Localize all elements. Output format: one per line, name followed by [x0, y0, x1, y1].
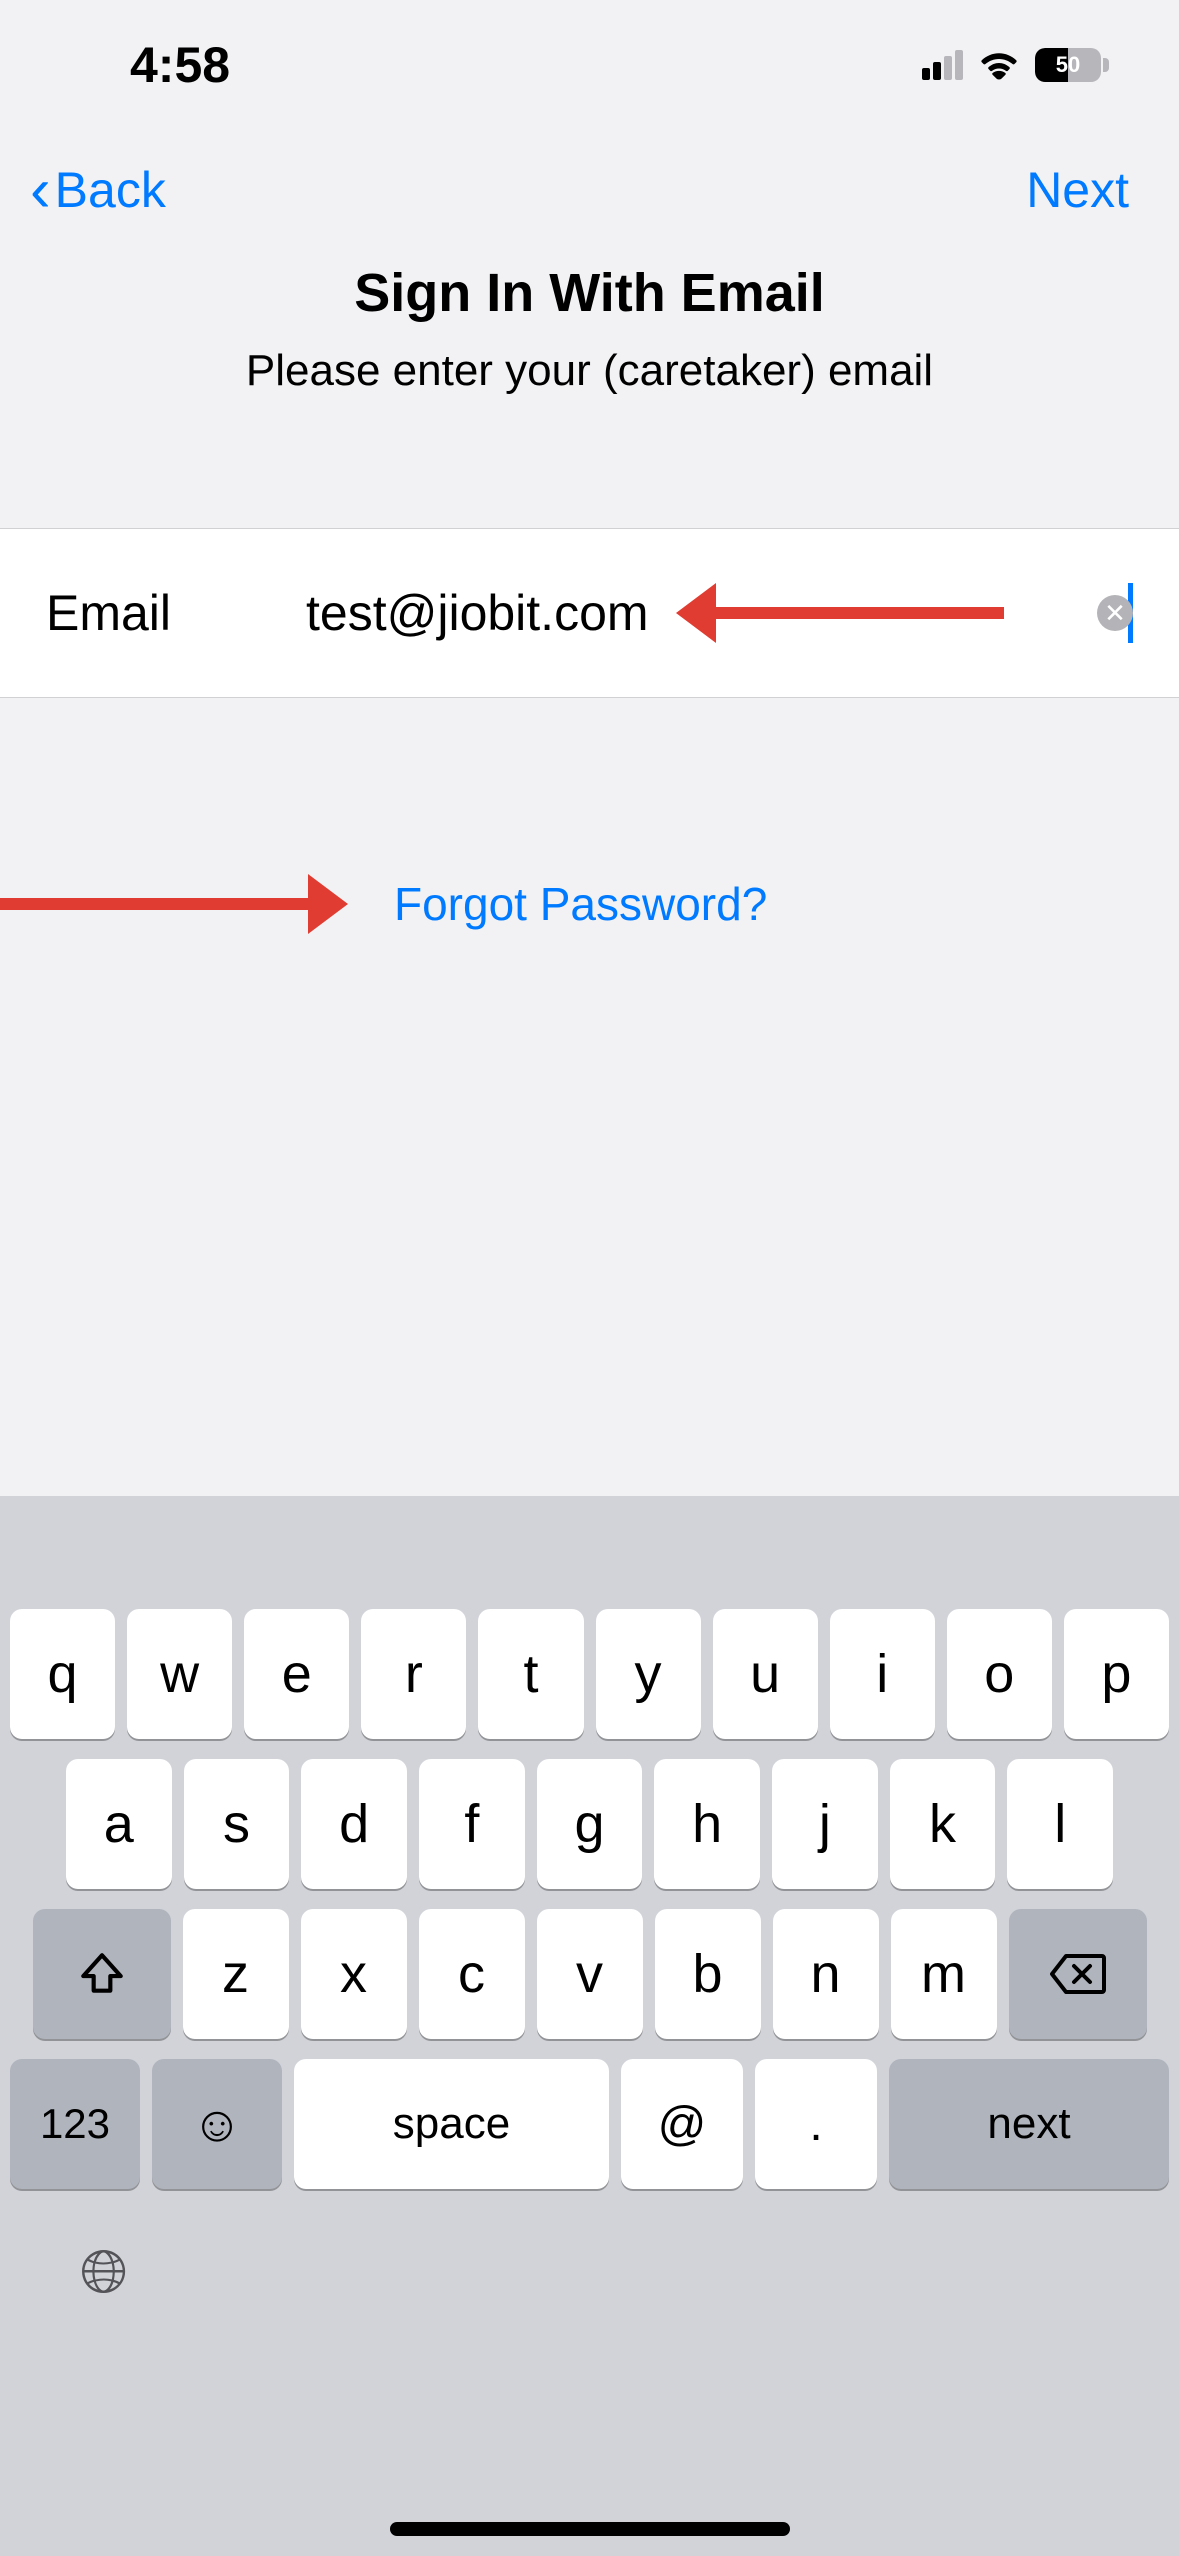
cellular-icon	[922, 50, 963, 80]
key-a[interactable]: a	[66, 1759, 172, 1889]
back-button[interactable]: ‹ Back	[30, 155, 166, 226]
wifi-icon	[977, 46, 1021, 85]
key-k[interactable]: k	[890, 1759, 996, 1889]
key-e[interactable]: e	[244, 1609, 349, 1739]
home-indicator[interactable]	[390, 2522, 790, 2536]
key-h[interactable]: h	[654, 1759, 760, 1889]
key-s[interactable]: s	[184, 1759, 290, 1889]
key-c[interactable]: c	[419, 1909, 525, 2039]
key-emoji[interactable]: ☺	[152, 2059, 282, 2189]
battery-icon: 50	[1035, 48, 1109, 82]
key-n[interactable]: n	[773, 1909, 879, 2039]
key-j[interactable]: j	[772, 1759, 878, 1889]
close-icon: ✕	[1104, 598, 1126, 629]
key-shift[interactable]	[33, 1909, 171, 2039]
key-q[interactable]: q	[10, 1609, 115, 1739]
page-title: Sign In With Email	[0, 262, 1179, 324]
key-d[interactable]: d	[301, 1759, 407, 1889]
chevron-left-icon: ‹	[30, 155, 51, 226]
key-w[interactable]: w	[127, 1609, 232, 1739]
clear-input-button[interactable]: ✕	[1097, 595, 1133, 631]
key-l[interactable]: l	[1007, 1759, 1113, 1889]
key-b[interactable]: b	[655, 1909, 761, 2039]
key-i[interactable]: i	[830, 1609, 935, 1739]
key-next[interactable]: next	[889, 2059, 1169, 2189]
keyboard-row-1: q w e r t y u i o p	[10, 1609, 1169, 1739]
nav-bar: ‹ Back Next	[0, 130, 1179, 250]
keyboard-row-2: a s d f g h j k l	[10, 1759, 1169, 1889]
globe-icon[interactable]: 🌐︎	[80, 2237, 128, 2307]
delete-icon	[1050, 1952, 1106, 1996]
email-label: Email	[46, 584, 306, 642]
key-u[interactable]: u	[713, 1609, 818, 1739]
key-m[interactable]: m	[891, 1909, 997, 2039]
keyboard-row-3: z x c v b n m	[10, 1909, 1169, 2039]
emoji-icon: ☺	[191, 2095, 242, 2153]
keyboard-bottom-row: 🌐︎	[10, 2237, 1169, 2307]
annotation-arrow-icon	[714, 607, 1004, 619]
status-bar: 4:58 50	[0, 0, 1179, 130]
key-v[interactable]: v	[537, 1909, 643, 2039]
key-z[interactable]: z	[183, 1909, 289, 2039]
status-time: 4:58	[130, 36, 230, 94]
shift-icon	[77, 1949, 127, 1999]
key-f[interactable]: f	[419, 1759, 525, 1889]
key-g[interactable]: g	[537, 1759, 643, 1889]
next-button[interactable]: Next	[1026, 161, 1149, 219]
key-x[interactable]: x	[301, 1909, 407, 2039]
key-y[interactable]: y	[596, 1609, 701, 1739]
key-t[interactable]: t	[478, 1609, 583, 1739]
status-icons: 50	[922, 46, 1109, 85]
keyboard-row-4: 123 ☺ space @ . next	[10, 2059, 1169, 2189]
key-dot[interactable]: .	[755, 2059, 877, 2189]
email-row[interactable]: Email test@jiobit.com ✕	[0, 528, 1179, 698]
key-space[interactable]: space	[294, 2059, 609, 2189]
forgot-password-link[interactable]: Forgot Password?	[394, 877, 767, 931]
keyboard: q w e r t y u i o p a s d f g h j k l z …	[0, 1496, 1179, 2556]
back-label: Back	[55, 161, 166, 219]
key-at[interactable]: @	[621, 2059, 743, 2189]
key-r[interactable]: r	[361, 1609, 466, 1739]
key-p[interactable]: p	[1064, 1609, 1169, 1739]
annotation-arrow-icon	[0, 898, 310, 910]
page-subtitle: Please enter your (caretaker) email	[0, 346, 1179, 396]
forgot-row: Forgot Password?	[0, 864, 1179, 944]
key-o[interactable]: o	[947, 1609, 1052, 1739]
next-label: Next	[1026, 162, 1129, 218]
key-delete[interactable]	[1009, 1909, 1147, 2039]
key-numbers[interactable]: 123	[10, 2059, 140, 2189]
